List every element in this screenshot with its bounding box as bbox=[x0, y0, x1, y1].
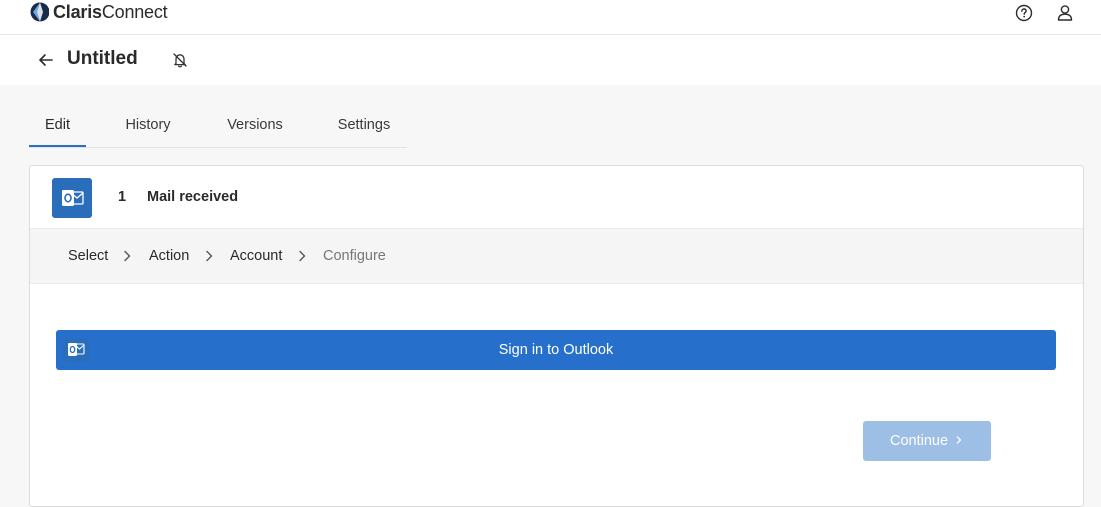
flow-title-bar: Untitled bbox=[0, 35, 1101, 85]
step-number: 1 bbox=[118, 189, 127, 205]
chevron-right-icon bbox=[206, 250, 213, 262]
active-tab-indicator bbox=[29, 145, 86, 147]
arrow-left-icon[interactable] bbox=[36, 50, 56, 70]
step-card: 1 Mail received Select Action Account Co… bbox=[29, 165, 1084, 507]
user-icon[interactable] bbox=[1055, 3, 1075, 23]
chevron-right-icon bbox=[299, 250, 306, 262]
brand-name-primary: Claris bbox=[53, 1, 102, 22]
step-header[interactable]: 1 Mail received bbox=[30, 166, 1083, 229]
bell-off-icon[interactable] bbox=[171, 51, 189, 69]
page-title[interactable]: Untitled bbox=[67, 48, 138, 70]
continue-button[interactable]: Continue bbox=[863, 421, 991, 461]
breadcrumb-configure: Configure bbox=[323, 248, 386, 264]
chevron-right-icon bbox=[124, 250, 131, 262]
help-icon[interactable] bbox=[1014, 3, 1034, 23]
tab-versions[interactable]: Versions bbox=[217, 104, 293, 146]
step-breadcrumb: Select Action Account Configure bbox=[30, 229, 1083, 284]
top-bar: ClarisConnect bbox=[0, 0, 1101, 35]
sign-in-label: Sign in to Outlook bbox=[498, 342, 614, 358]
continue-label: Continue bbox=[889, 433, 949, 449]
tab-history[interactable]: History bbox=[115, 104, 181, 146]
breadcrumb-select[interactable]: Select bbox=[68, 248, 108, 264]
flow-tabs: Edit History Versions Settings bbox=[29, 104, 407, 148]
chevron-right-icon bbox=[956, 436, 962, 444]
brand-name-secondary: Connect bbox=[101, 1, 168, 22]
tab-settings[interactable]: Settings bbox=[329, 104, 399, 146]
breadcrumb-account[interactable]: Account bbox=[230, 248, 282, 264]
step-name: Mail received bbox=[147, 189, 239, 205]
sign-in-outlook-button[interactable]: Sign in to Outlook bbox=[56, 330, 1056, 370]
claris-connect-logo[interactable]: ClarisConnect bbox=[29, 1, 168, 23]
claris-logo-icon bbox=[30, 2, 49, 22]
breadcrumb-action[interactable]: Action bbox=[149, 248, 189, 264]
outlook-icon bbox=[52, 178, 92, 218]
tab-edit[interactable]: Edit bbox=[29, 104, 86, 146]
